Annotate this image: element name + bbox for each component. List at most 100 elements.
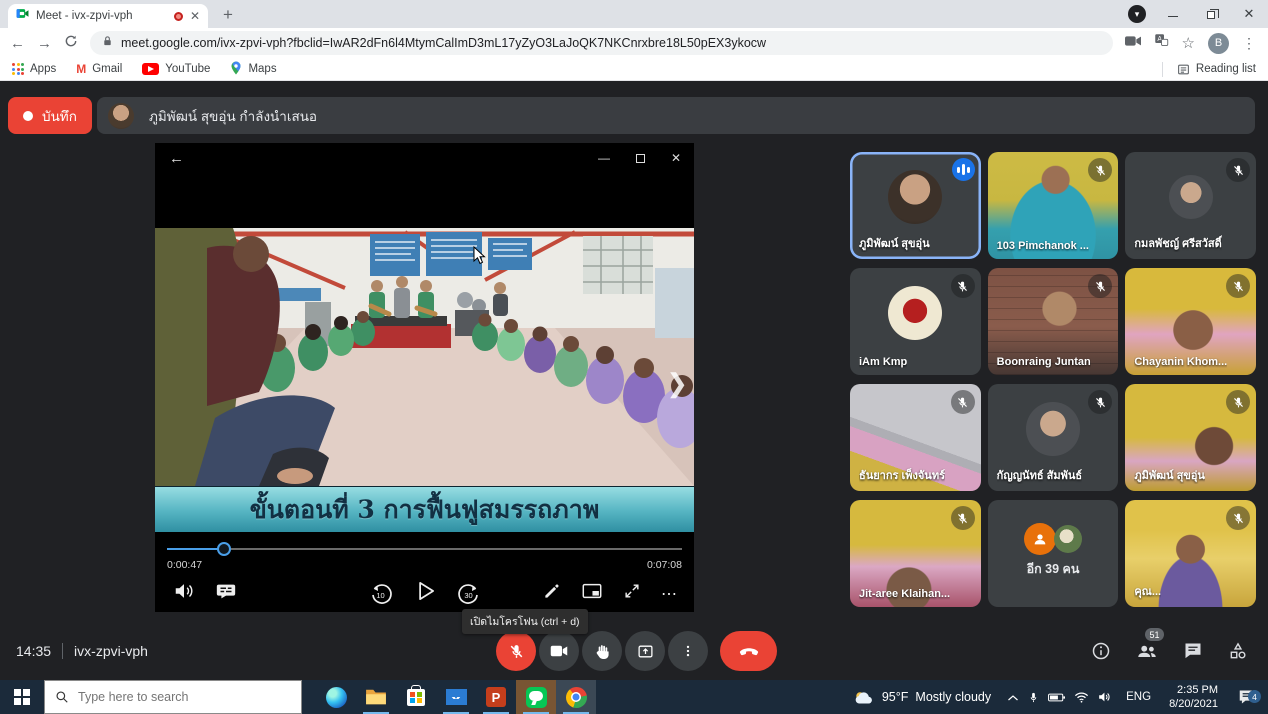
participant-grid: ภูมิพัฒน์ สุขอุ่น 103 Pimchanok ... กมลพ… — [850, 152, 1256, 607]
player-close-icon[interactable]: ✕ — [658, 143, 694, 173]
taskbar-powerpoint-icon[interactable]: P — [476, 680, 516, 714]
participant-name: กมลพัชญ์ ศรีสวัสดิ์ — [1134, 234, 1221, 252]
bookmark-label: Apps — [30, 63, 56, 75]
player-title-bar: ← — ✕ — [155, 143, 694, 173]
bookmark-youtube[interactable]: YouTube — [142, 63, 210, 75]
taskbar-edge-icon[interactable] — [316, 680, 356, 714]
participant-tile[interactable]: iAm Kmp — [850, 268, 981, 375]
mouse-cursor-icon — [473, 246, 486, 270]
seek-knob[interactable] — [217, 542, 231, 556]
start-button[interactable] — [0, 680, 44, 714]
close-button[interactable]: ✕ — [1230, 0, 1268, 28]
more-options-button[interactable] — [668, 631, 708, 671]
player-maximize-icon[interactable] — [622, 143, 658, 173]
presenting-banner: ภูมิพัฒน์ สุขอุ่น กำลังนำเสนอ — [97, 97, 1255, 134]
minimize-button[interactable] — [1154, 0, 1192, 28]
skip-forward-30-icon[interactable]: 30 — [457, 582, 481, 606]
browser-tab[interactable]: Meet - ivx-zpvi-vph ✕ — [8, 4, 208, 28]
tray-chevron-icon[interactable] — [1007, 693, 1019, 702]
forward-icon[interactable]: → — [37, 35, 52, 52]
taskbar-store-icon[interactable] — [396, 680, 436, 714]
translate-icon[interactable]: A — [1154, 33, 1169, 53]
player-minimize-icon[interactable]: — — [586, 143, 622, 173]
participant-tile[interactable]: ธันยากร เพ็งจันทร์ — [850, 384, 981, 491]
bookmark-maps[interactable]: Maps — [230, 61, 276, 78]
notification-count-badge: 4 — [1248, 690, 1261, 703]
next-chevron-icon[interactable]: ❯ — [666, 368, 688, 399]
tray-mic-icon[interactable] — [1028, 691, 1039, 704]
play-icon[interactable] — [412, 578, 438, 609]
participant-avatar — [888, 286, 942, 340]
participant-tile[interactable]: คุณ... — [1125, 500, 1256, 607]
participants-panel-button[interactable]: 51 — [1136, 640, 1158, 667]
participant-tile[interactable]: Chayanin Khom... — [1125, 268, 1256, 375]
reload-icon[interactable] — [64, 34, 78, 52]
participant-tile[interactable]: ภูมิพัฒน์ สุขอุ่น — [850, 152, 981, 259]
mini-player-icon[interactable] — [581, 580, 603, 607]
meet-page: บันทึก ภูมิพัฒน์ สุขอุ่น กำลังนำเสนอ ← —… — [0, 82, 1268, 680]
browser-menu-icon[interactable]: ⋮ — [1242, 35, 1256, 52]
participant-name: Jit-aree Klaihan... — [859, 588, 950, 600]
new-tab-button[interactable]: + — [216, 3, 240, 27]
url-field[interactable]: meet.google.com/ivx-zpvi-vph?fbclid=IwAR… — [90, 31, 1113, 55]
activities-button[interactable] — [1228, 641, 1248, 666]
meeting-details-icon[interactable] — [1091, 641, 1111, 666]
raise-hand-button[interactable] — [582, 631, 622, 671]
tray-volume-icon[interactable] — [1098, 691, 1112, 703]
participant-name: ธันยากร เพ็งจันทร์ — [859, 466, 945, 484]
camera-toggle-button[interactable] — [539, 631, 579, 671]
participant-name: Chayanin Khom... — [1134, 356, 1227, 368]
action-center-button[interactable]: 4 — [1232, 689, 1262, 705]
back-icon[interactable]: ← — [10, 35, 25, 52]
weather-widget[interactable]: 95°F Mostly cloudy — [854, 690, 991, 705]
taskbar-line-icon[interactable] — [516, 680, 556, 714]
fullscreen-icon[interactable] — [622, 581, 642, 606]
participant-overflow-tile[interactable]: อีก 39 คน — [988, 500, 1119, 607]
taskbar-search[interactable] — [44, 680, 302, 714]
reading-list-button[interactable]: Reading list — [1162, 62, 1256, 77]
taskbar-clock[interactable]: 2:35 PM 8/20/2021 — [1169, 683, 1218, 712]
mic-off-icon — [1226, 274, 1250, 298]
search-input[interactable] — [78, 690, 258, 704]
bookmark-label: YouTube — [165, 63, 210, 75]
tray-wifi-icon[interactable] — [1074, 692, 1089, 703]
profile-avatar[interactable]: B — [1208, 33, 1229, 54]
bookmark-gmail[interactable]: M Gmail — [76, 62, 122, 76]
video-subtitle-text: ขั้นตอนที่ 3 การฟื้นฟูสมรรถภาพ — [250, 490, 600, 530]
chat-panel-button[interactable] — [1183, 641, 1203, 666]
present-screen-button[interactable] — [625, 631, 665, 671]
leave-call-button[interactable] — [720, 631, 777, 671]
participant-tile[interactable]: Boonraing Juntan — [988, 268, 1119, 375]
volume-icon[interactable] — [173, 580, 195, 607]
mic-off-icon — [1226, 390, 1250, 414]
player-back-icon[interactable]: ← — [169, 150, 184, 167]
media-controls-button[interactable]: ▾ — [1128, 5, 1146, 23]
participant-tile[interactable]: กัญญนัทธ์ สัมพันธ์ — [988, 384, 1119, 491]
skip-back-10-icon[interactable]: 10 — [369, 582, 393, 606]
windows-taskbar: P 95°F Mostly cloudy ENG 2:35 PM 8/20/20… — [0, 680, 1268, 714]
seek-bar[interactable] — [167, 542, 682, 556]
language-indicator[interactable]: ENG — [1126, 691, 1151, 703]
captions-icon[interactable] — [215, 580, 237, 607]
tray-battery-icon[interactable] — [1048, 692, 1065, 703]
tab-close-icon[interactable]: ✕ — [190, 10, 200, 22]
edit-pencil-icon[interactable] — [542, 581, 562, 606]
taskbar-mail-icon[interactable] — [436, 680, 476, 714]
maximize-button[interactable] — [1192, 0, 1230, 28]
bookmark-star-icon[interactable]: ☆ — [1182, 34, 1195, 52]
bookmark-apps[interactable]: Apps — [12, 63, 56, 75]
player-more-icon[interactable]: ⋯ — [661, 584, 678, 604]
video-content[interactable]: ❯ ขั้นตอนที่ 3 การฟื้นฟูสมรรถภาพ — [155, 228, 694, 532]
mic-off-icon — [1226, 158, 1250, 182]
participant-tile[interactable]: Jit-aree Klaihan... — [850, 500, 981, 607]
speaking-indicator-icon — [952, 158, 975, 181]
taskbar-chrome-icon[interactable] — [556, 680, 596, 714]
participant-tile[interactable]: กมลพัชญ์ ศรีสวัสดิ์ — [1125, 152, 1256, 259]
camera-tab-icon[interactable] — [1125, 34, 1141, 52]
taskbar-file-explorer-icon[interactable] — [356, 680, 396, 714]
participant-tile[interactable]: 103 Pimchanok ... — [988, 152, 1119, 259]
mic-toggle-button[interactable] — [496, 631, 536, 671]
participant-tile[interactable]: ภูมิพัฒน์ สุขอุ่น — [1125, 384, 1256, 491]
participant-count-badge: 51 — [1145, 628, 1164, 641]
meeting-clock: 14:35 — [16, 643, 51, 659]
